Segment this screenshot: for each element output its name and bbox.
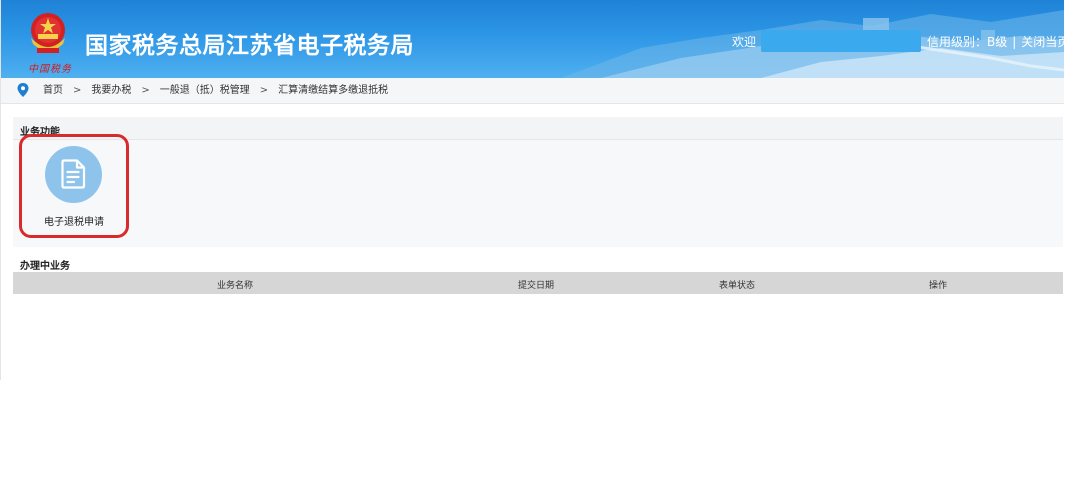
username-redaction xyxy=(761,30,921,52)
brand-script-logo: 中国税务 xyxy=(28,64,72,75)
column-business-name: 业务名称 xyxy=(216,281,254,291)
tax-bureau-app: 中国税务 国家税务总局江苏省电子税务局 欢迎 信用级别：B级 | 关闭当页 首页 > 我… xyxy=(0,0,1064,380)
breadcrumb-refund-management[interactable]: 一般退（抵）税管理 xyxy=(160,85,250,96)
breadcrumb-trail: 首页 > 我要办税 > 一般退（抵）税管理 > 汇算清缴结算多缴退抵税 xyxy=(43,85,388,97)
red-highlight-outline xyxy=(19,134,129,238)
header-banner: 中国税务 国家税务总局江苏省电子税务局 欢迎 信用级别：B级 | 关闭当页 xyxy=(1,0,1064,78)
header-user-links: 信用级别：B级 | 关闭当页 xyxy=(927,33,1064,50)
breadcrumb-separator: > xyxy=(141,85,150,96)
breadcrumb: 首页 > 我要办税 > 一般退（抵）税管理 > 汇算清缴结算多缴退抵税 xyxy=(1,78,1064,104)
credit-level: 信用级别：B级 xyxy=(927,35,1008,49)
in-progress-table-header: 业务名称 提交日期 表单状态 操作 xyxy=(13,272,1063,294)
welcome-label: 欢迎 xyxy=(732,35,757,49)
electronic-refund-application-button[interactable]: 电子退税申请 xyxy=(19,134,129,238)
breadcrumb-separator: > xyxy=(259,85,269,96)
business-functions-panel: 电子退税申请 xyxy=(13,134,1063,247)
column-submit-date: 提交日期 xyxy=(517,281,555,291)
site-title: 国家税务总局江苏省电子税务局 xyxy=(85,33,414,59)
page: 中国税务 国家税务总局江苏省电子税务局 欢迎 信用级别：B级 | 关闭当页 首页 > 我… xyxy=(0,0,1080,499)
breadcrumb-tax-handling[interactable]: 我要办税 xyxy=(91,85,131,96)
column-form-status: 表单状态 xyxy=(718,281,756,291)
header-separator: | xyxy=(1012,35,1017,49)
breadcrumb-current: 汇算清缴结算多缴退抵税 xyxy=(278,85,389,96)
business-functions-header: 业务功能 xyxy=(13,117,1063,140)
national-emblem-icon xyxy=(31,13,65,53)
in-progress-title: 办理中业务 xyxy=(20,261,70,272)
column-actions: 操作 xyxy=(928,281,948,291)
breadcrumb-separator: > xyxy=(73,85,82,96)
location-pin-icon xyxy=(17,83,29,97)
breadcrumb-home[interactable]: 首页 xyxy=(43,85,63,96)
close-page-link[interactable]: 关闭当页 xyxy=(1021,35,1064,49)
